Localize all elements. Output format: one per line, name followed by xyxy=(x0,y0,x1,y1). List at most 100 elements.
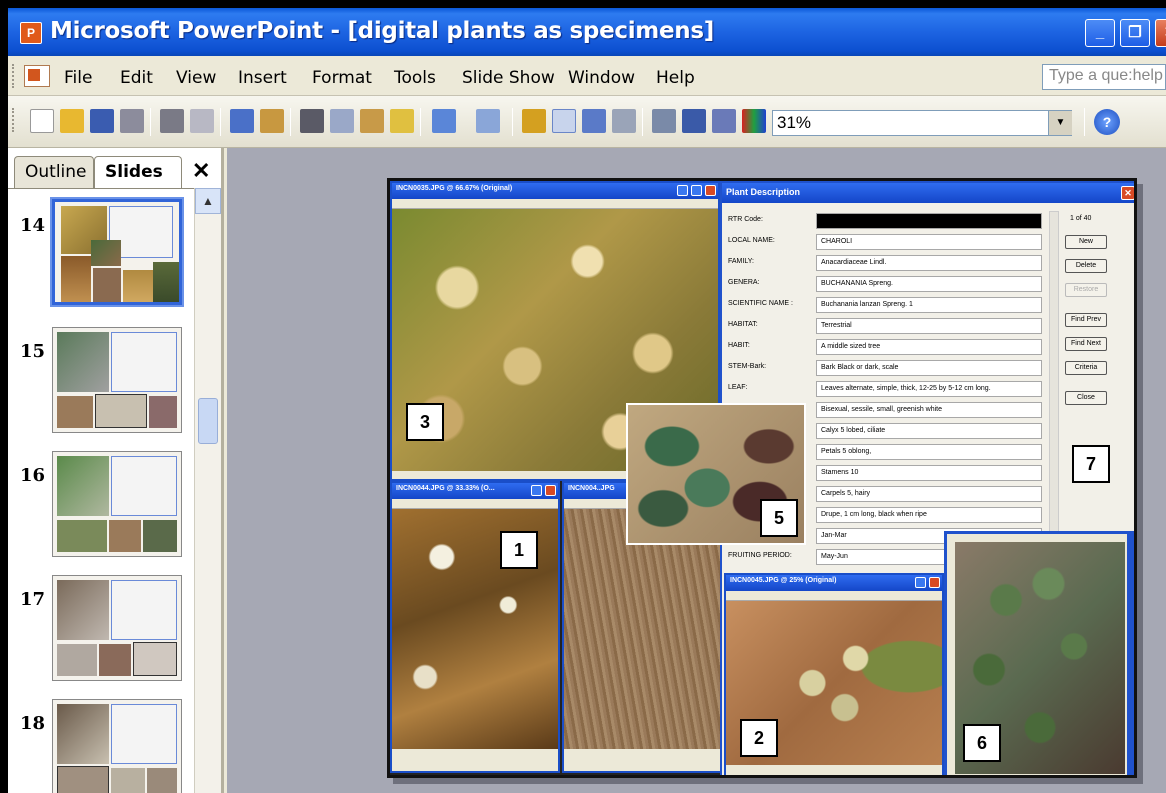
tab-outline[interactable]: Outline xyxy=(14,156,94,188)
field-leaf: LEAF: Leaves alternate, simple, thick, 12… xyxy=(728,381,1048,397)
open-icon[interactable] xyxy=(60,109,84,133)
menu-window[interactable]: Window xyxy=(568,68,635,88)
new-button[interactable]: New xyxy=(1065,235,1107,249)
image-window-title: INCN0044.JPG @ 33.33% (O... xyxy=(392,483,558,499)
slide-thumbnail-16[interactable] xyxy=(52,451,182,557)
menu-format[interactable]: Format xyxy=(312,68,372,88)
field-value[interactable]: A middle sized tree xyxy=(816,339,1042,355)
menu-insert[interactable]: Insert xyxy=(238,68,287,88)
leaves-photo: 5 xyxy=(626,403,806,545)
copy-icon[interactable] xyxy=(330,109,354,133)
chevron-down-icon[interactable]: ▼ xyxy=(1048,111,1072,135)
menu-edit[interactable]: Edit xyxy=(120,68,153,88)
restore-icon[interactable] xyxy=(915,577,926,588)
chevron-up-icon[interactable]: ▲ xyxy=(195,188,221,214)
minimize-button[interactable]: _ xyxy=(1085,19,1115,47)
menu-file[interactable]: File xyxy=(64,68,92,88)
image-window-title-text: INCN004..JPG xyxy=(568,485,615,492)
print-preview-icon[interactable] xyxy=(190,109,214,133)
current-slide[interactable]: INCN0035.JPG @ 66.67% (Original) 3 INCN0… xyxy=(387,178,1137,778)
hyperlink-icon[interactable] xyxy=(612,109,636,133)
restore-button[interactable]: Restore xyxy=(1065,283,1107,297)
format-painter-icon[interactable] xyxy=(390,109,414,133)
zoom-select[interactable]: 31% xyxy=(772,110,1072,136)
menu-view[interactable]: View xyxy=(176,68,216,88)
research-icon[interactable] xyxy=(260,109,284,133)
close-button[interactable]: ✕ xyxy=(1155,19,1166,47)
redo-icon[interactable] xyxy=(476,109,500,133)
criteria-button[interactable]: Criteria xyxy=(1065,361,1107,375)
label-5: 5 xyxy=(760,499,798,537)
field-value[interactable]: Calyx 5 lobed, ciliate xyxy=(816,423,1042,439)
spelling-icon[interactable] xyxy=(230,109,254,133)
close-icon[interactable] xyxy=(705,185,716,196)
menu-grip[interactable] xyxy=(12,64,15,88)
field-value[interactable]: Drupe, 1 cm long, black when ripe xyxy=(816,507,1042,523)
print-icon[interactable] xyxy=(160,109,184,133)
document-icon[interactable] xyxy=(24,65,50,87)
close-icon: ✕ xyxy=(1156,20,1166,46)
image-window-2[interactable]: INCN0045.JPG @ 25% (Original) 2 xyxy=(724,573,944,775)
slide-thumbnail-18[interactable] xyxy=(52,699,182,793)
delete-button[interactable]: Delete xyxy=(1065,259,1107,273)
field-value[interactable]: Buchanania lanzan Spreng. 1 xyxy=(816,297,1042,313)
slide-thumbnail-list: 14 15 16 17 18 xyxy=(8,188,194,793)
field-value[interactable]: Anacardiaceae Lindl. xyxy=(816,255,1042,271)
tables-borders-icon[interactable] xyxy=(582,109,606,133)
insert-chart-icon[interactable] xyxy=(522,109,546,133)
show-formatting-icon[interactable] xyxy=(682,109,706,133)
restore-icon[interactable] xyxy=(531,485,542,496)
minimize-icon[interactable] xyxy=(677,185,688,196)
field-value[interactable]: Carpels 5, hairy xyxy=(816,486,1042,502)
field-value[interactable]: Stamens 10 xyxy=(816,465,1042,481)
save-icon[interactable] xyxy=(90,109,114,133)
field-label: STEM-Bark: xyxy=(728,363,767,370)
form-title: Plant Description xyxy=(726,187,801,197)
field-value[interactable]: Leaves alternate, simple, thick, 12-25 b… xyxy=(816,381,1042,397)
cut-icon[interactable] xyxy=(300,109,324,133)
permission-icon[interactable] xyxy=(120,109,144,133)
close-icon[interactable] xyxy=(545,485,556,496)
field-value[interactable]: Petals 5 oblong, xyxy=(816,444,1042,460)
expand-all-icon[interactable] xyxy=(652,109,676,133)
help-icon[interactable]: ? xyxy=(1094,109,1120,135)
menu-slide-show[interactable]: Slide Show xyxy=(462,68,555,88)
tab-slides[interactable]: Slides xyxy=(94,156,182,188)
find-next-button[interactable]: Find Next xyxy=(1065,337,1107,351)
menu-tools[interactable]: Tools xyxy=(394,68,436,88)
menu-help[interactable]: Help xyxy=(656,68,695,88)
toolbar-grip[interactable] xyxy=(12,108,15,132)
field-value[interactable]: BUCHANANIA Spreng. xyxy=(816,276,1042,292)
restore-button[interactable]: ❐ xyxy=(1120,19,1150,47)
find-prev-button[interactable]: Find Prev xyxy=(1065,313,1107,327)
field-value[interactable] xyxy=(816,213,1042,229)
close-icon[interactable]: ✕ xyxy=(1121,186,1134,200)
field-scientific-name: SCIENTIFIC NAME : Buchanania lanzan Spren… xyxy=(728,297,1048,313)
image-window-1[interactable]: INCN0044.JPG @ 33.33% (O... 1 xyxy=(390,481,560,773)
field-value[interactable]: CHAROLI xyxy=(816,234,1042,250)
close-form-button[interactable]: Close xyxy=(1065,391,1107,405)
help-question-input[interactable]: Type a que:help xyxy=(1042,64,1166,90)
paste-icon[interactable] xyxy=(360,109,384,133)
image-window-6[interactable]: 6 xyxy=(944,531,1134,775)
color-grayscale-icon[interactable] xyxy=(742,109,766,133)
close-pane-icon[interactable]: ✕ xyxy=(192,158,210,184)
close-icon[interactable] xyxy=(929,577,940,588)
field-local-name: LOCAL NAME: CHAROLI xyxy=(728,234,1048,250)
field-value[interactable]: Bark Black or dark, scale xyxy=(816,360,1042,376)
restore-icon[interactable] xyxy=(691,185,702,196)
field-value[interactable]: Bisexual, sessile, small, greenish white xyxy=(816,402,1042,418)
grid-icon[interactable] xyxy=(712,109,736,133)
undo-icon[interactable] xyxy=(432,109,456,133)
powerpoint-icon[interactable]: P xyxy=(20,22,42,44)
slide-thumbnail-14[interactable] xyxy=(50,197,184,307)
image-window-title: INCN0035.JPG @ 66.67% (Original) xyxy=(392,183,718,199)
new-icon[interactable] xyxy=(30,109,54,133)
field-value[interactable]: Terrestrial xyxy=(816,318,1042,334)
slide-thumbnail-17[interactable] xyxy=(52,575,182,681)
slides-scrollbar[interactable]: ▲ xyxy=(194,188,221,793)
slide-thumbnail-15[interactable] xyxy=(52,327,182,433)
insert-table-icon[interactable] xyxy=(552,109,576,133)
title-bar[interactable]: P Microsoft PowerPoint - [digital plants… xyxy=(8,8,1166,56)
scroll-thumb[interactable] xyxy=(198,398,218,444)
